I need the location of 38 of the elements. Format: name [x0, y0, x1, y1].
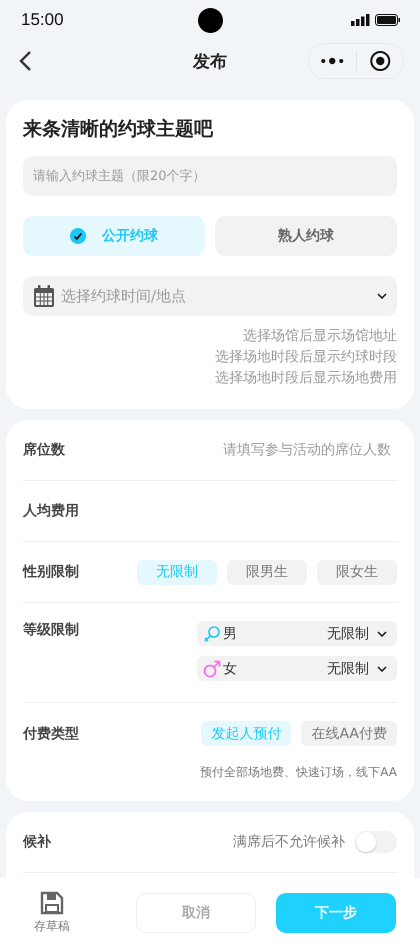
topic-field[interactable]: 请输入约球主题（限20个字）	[23, 156, 397, 196]
seats-field[interactable]: 请填写参与活动的席位人数	[151, 438, 391, 462]
field-label: 候补	[23, 833, 51, 851]
waitlist-text: 满席后不允许候补	[233, 833, 345, 851]
schedule-select[interactable]: 选择约球时间/地点	[23, 276, 397, 316]
visibility-tab[interactable]: 熟人约球	[215, 216, 397, 256]
hint-text: 选择场地时段后显示场地费用	[215, 369, 397, 388]
field-label: 性别限制	[23, 563, 79, 581]
section-title: 来条清晰的约球主题吧	[23, 117, 214, 142]
gender-option[interactable]: 限女生	[317, 560, 397, 584]
gender-symbol-icon	[203, 624, 221, 642]
payment-note: 预付全部场地费、快速订场，线下AA	[199, 764, 397, 781]
chevron-down-icon	[377, 293, 387, 299]
page-title: 发布	[192, 50, 228, 72]
gender-option[interactable]: 限男生	[227, 560, 307, 584]
chevron-down-icon	[377, 666, 387, 672]
level-select[interactable]: 男 无限制	[197, 621, 397, 646]
check-icon	[70, 228, 86, 244]
save-icon	[40, 891, 64, 915]
field-label: 付费类型	[23, 724, 79, 742]
chevron-down-icon	[377, 630, 387, 636]
hint-text: 选择场地时段后显示约球时段	[215, 348, 397, 367]
field-label: 席位数	[23, 441, 65, 459]
field-label: 人均费用	[23, 502, 79, 520]
level-select[interactable]: 女 无限制	[197, 656, 397, 681]
save-draft-button[interactable]: 存草稿	[34, 891, 70, 935]
payment-option[interactable]: 在线AA付费	[301, 721, 397, 746]
hint-text: 选择场馆后显示场馆地址	[243, 327, 397, 346]
signal-icon	[351, 14, 371, 26]
field-label: 等级限制	[23, 621, 79, 639]
battery-icon	[375, 14, 400, 26]
calendar-icon	[33, 284, 55, 308]
gender-symbol-icon	[203, 660, 221, 678]
cancel-button[interactable]: 取消	[136, 893, 256, 933]
camera-cutout	[198, 8, 223, 33]
back-icon[interactable]	[18, 50, 32, 72]
waitlist-toggle[interactable]	[355, 831, 397, 853]
status-time: 15:00	[21, 10, 64, 30]
